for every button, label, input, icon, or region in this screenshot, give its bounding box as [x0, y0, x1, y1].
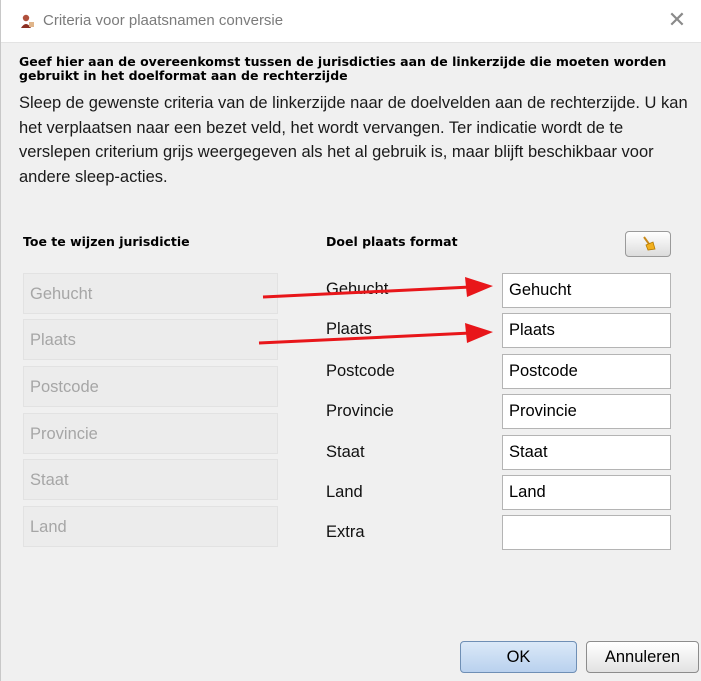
source-item-land[interactable]: Land	[23, 506, 278, 547]
instruction-text: Sleep de gewenste criteria van de linker…	[19, 94, 688, 186]
source-item-plaats[interactable]: Plaats	[23, 319, 278, 360]
target-label-gehucht: Gehucht	[326, 280, 389, 298]
clear-button[interactable]	[625, 231, 671, 257]
close-icon[interactable]: ✕	[662, 6, 692, 36]
dialog-window: Criteria voor plaatsnamen conversie ✕ Ge…	[0, 0, 701, 681]
arrow-plaats	[258, 323, 493, 345]
target-field-extra[interactable]	[502, 515, 671, 550]
target-label-provincie: Provincie	[326, 402, 394, 420]
target-field-provincie[interactable]: Provincie	[502, 394, 671, 429]
source-item-provincie[interactable]: Provincie	[23, 413, 278, 454]
target-label-extra: Extra	[326, 523, 365, 541]
target-label-staat: Staat	[326, 443, 365, 461]
target-column-header: Doel plaats format	[326, 234, 458, 249]
app-icon	[21, 14, 34, 28]
cancel-button[interactable]: Annuleren	[586, 641, 699, 673]
source-column-header: Toe te wijzen jurisdictie	[23, 234, 190, 249]
source-item-gehucht[interactable]: Gehucht	[23, 273, 278, 314]
broom-icon	[643, 236, 656, 251]
source-item-postcode[interactable]: Postcode	[23, 366, 278, 407]
target-label-land: Land	[326, 483, 363, 501]
target-label-postcode: Postcode	[326, 362, 395, 380]
ok-button[interactable]: OK	[460, 641, 577, 673]
instruction-heading: Geef hier aan de overeenkomst tussen de …	[19, 54, 667, 83]
source-item-staat[interactable]: Staat	[23, 459, 278, 500]
target-label-plaats: Plaats	[326, 320, 372, 338]
target-field-plaats[interactable]: Plaats	[502, 313, 671, 348]
window-title: Criteria voor plaatsnamen conversie	[43, 12, 284, 29]
target-field-staat[interactable]: Staat	[502, 435, 671, 470]
target-field-gehucht[interactable]: Gehucht	[502, 273, 671, 308]
target-field-postcode[interactable]: Postcode	[502, 354, 671, 389]
title-bar[interactable]: Criteria voor plaatsnamen conversie ✕	[1, 0, 701, 43]
target-field-land[interactable]: Land	[502, 475, 671, 510]
